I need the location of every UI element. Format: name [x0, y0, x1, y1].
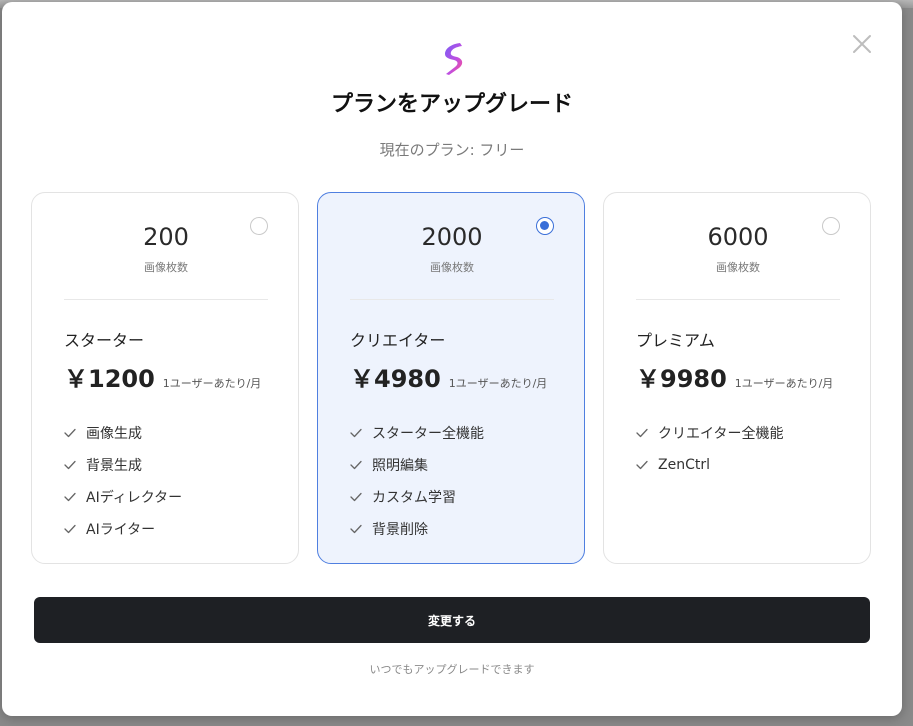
- feature-label: 背景削除: [372, 522, 428, 538]
- check-icon: [350, 460, 362, 470]
- current-plan-text: 現在のプラン: フリー: [379, 141, 525, 159]
- image-count: 6000: [707, 223, 769, 251]
- feature-item: ZenCtrl: [636, 449, 783, 481]
- feature-item: カスタム学習: [350, 481, 484, 513]
- feature-item: AIライター: [64, 513, 182, 545]
- plan-price: ￥9980: [636, 365, 727, 393]
- feature-label: カスタム学習: [372, 490, 456, 506]
- price-row: ￥9980 1ユーザーあたり/月: [636, 359, 833, 394]
- check-icon: [64, 492, 76, 502]
- feature-item: クリエイター全機能: [636, 417, 783, 449]
- feature-list: クリエイター全機能 ZenCtrl: [636, 417, 783, 481]
- feature-list: スターター全機能 照明編集カスタム学習 背景削除: [350, 417, 484, 545]
- plan-name: スターター: [64, 331, 145, 350]
- divider: [636, 299, 840, 300]
- modal-title: プランをアップグレード: [330, 92, 573, 117]
- plan-price: ￥4980: [350, 365, 441, 393]
- feature-list: 画像生成背景生成 AIディレクター AIライター: [64, 417, 182, 545]
- feature-label: AIライター: [86, 522, 156, 538]
- check-icon: [350, 428, 362, 438]
- feature-label: AIディレクター: [86, 490, 183, 506]
- feature-label: クリエイター全機能: [658, 426, 784, 442]
- image-count-label: 画像枚数: [716, 261, 760, 274]
- feature-item: AIディレクター: [64, 481, 182, 513]
- feature-item: 画像生成: [64, 417, 182, 449]
- check-icon: [64, 428, 76, 438]
- plan-price: ￥1200: [64, 365, 155, 393]
- plan-card-premium[interactable]: 6000 画像枚数 プレミアム ￥9980 1ユーザーあたり/月 クリエイター全…: [603, 192, 871, 564]
- price-row: ￥4980 1ユーザーあたり/月: [350, 359, 547, 394]
- brand-logo-icon: [438, 40, 468, 78]
- plan-card-starter[interactable]: 200 画像枚数 スターター ￥1200 1ユーザーあたり/月 画像生成背景生成…: [31, 192, 299, 564]
- feature-label: スターター全機能: [372, 426, 484, 442]
- feature-item: 背景生成: [64, 449, 182, 481]
- plan-name: クリエイター: [350, 331, 446, 350]
- check-icon: [636, 460, 648, 470]
- feature-label: 画像生成: [86, 426, 142, 442]
- price-unit: 1ユーザーあたり/月: [734, 377, 834, 390]
- check-icon: [64, 460, 76, 470]
- upgrade-footnote: いつでもアップグレードできます: [369, 663, 535, 676]
- price-unit: 1ユーザーあたり/月: [448, 377, 548, 390]
- feature-item: 背景削除: [350, 513, 484, 545]
- check-icon: [636, 428, 648, 438]
- image-count: 200: [143, 223, 189, 251]
- divider: [64, 299, 268, 300]
- change-plan-button[interactable]: 変更する: [34, 597, 870, 643]
- plan-card-creator[interactable]: 2000 画像枚数 クリエイター ￥4980 1ユーザーあたり/月 スターター全…: [317, 192, 585, 564]
- feature-label: 背景生成: [86, 458, 142, 474]
- feature-item: スターター全機能: [350, 417, 484, 449]
- check-icon: [350, 524, 362, 534]
- price-unit: 1ユーザーあたり/月: [162, 377, 262, 390]
- upgrade-modal: プランをアップグレード 現在のプラン: フリー 200 画像枚数 スターター ￥…: [2, 2, 902, 716]
- price-row: ￥1200 1ユーザーあたり/月: [64, 359, 261, 394]
- check-icon: [64, 524, 76, 534]
- divider: [350, 299, 554, 300]
- image-count: 2000: [421, 223, 483, 251]
- check-icon: [350, 492, 362, 502]
- image-count-label: 画像枚数: [144, 261, 188, 274]
- plan-name: プレミアム: [636, 331, 715, 350]
- feature-label: ZenCtrl: [658, 457, 710, 473]
- close-icon[interactable]: [850, 32, 874, 56]
- feature-label: 照明編集: [372, 458, 428, 474]
- image-count-label: 画像枚数: [430, 261, 474, 274]
- feature-item: 照明編集: [350, 449, 484, 481]
